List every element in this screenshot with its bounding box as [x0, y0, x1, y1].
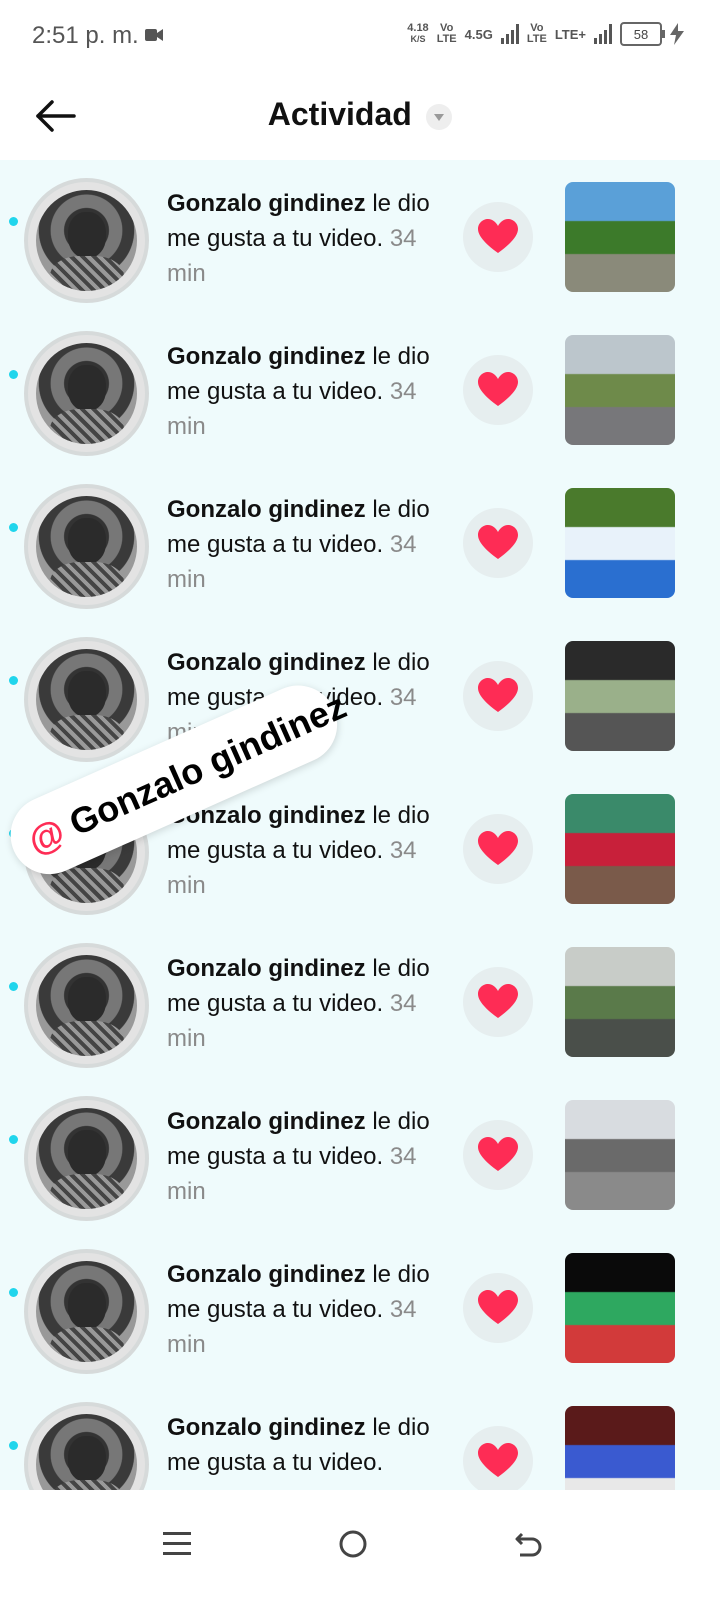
heart-icon	[478, 525, 518, 559]
title-dropdown[interactable]: Actividad	[0, 96, 720, 134]
user-name[interactable]: Gonzalo gindinez	[167, 496, 366, 523]
avatar-photo	[36, 955, 137, 1056]
net-speed: 4.18 K/S	[407, 22, 429, 45]
network-type-2: LTE+	[554, 26, 586, 42]
user-name[interactable]: Gonzalo gindinez	[167, 1108, 366, 1135]
chevron-down-icon[interactable]	[426, 103, 453, 130]
user-name[interactable]: Gonzalo gindinez	[167, 955, 366, 982]
avatar[interactable]	[24, 637, 149, 762]
notification-text[interactable]: Gonzalo gindinez le dio me gusta a tu vi…	[167, 798, 447, 903]
unread-dot	[9, 982, 18, 991]
home-icon	[339, 1530, 367, 1558]
video-thumbnail[interactable]	[565, 182, 675, 292]
at-symbol: @	[21, 810, 71, 862]
back-icon	[515, 1532, 542, 1557]
page-title: Actividad	[267, 96, 412, 132]
video-thumbnail[interactable]	[565, 488, 675, 598]
notification-item[interactable]: Gonzalo gindinez le dio me gusta a tu vi…	[0, 466, 720, 619]
volte-indicator-1: Vo LTE	[436, 22, 457, 45]
unread-dot	[9, 1441, 18, 1450]
menu-icon	[163, 1532, 191, 1555]
user-name[interactable]: Gonzalo gindinez	[167, 649, 366, 676]
notification-text[interactable]: Gonzalo gindinez le dio me gusta a tu vi…	[167, 1257, 447, 1362]
video-thumbnail[interactable]	[565, 1100, 675, 1210]
like-indicator	[463, 355, 533, 425]
video-thumbnail[interactable]	[565, 335, 675, 445]
avatar-photo	[36, 496, 137, 597]
avatar-photo	[36, 190, 137, 291]
avatar[interactable]	[24, 1249, 149, 1374]
header: Actividad	[0, 72, 720, 160]
back-button[interactable]	[499, 1514, 559, 1574]
like-indicator	[463, 202, 533, 272]
notification-text[interactable]: Gonzalo gindinez le dio me gusta a tu vi…	[167, 492, 447, 597]
battery-icon: 58	[620, 22, 665, 46]
notification-item[interactable]: Gonzalo gindinez le dio me gusta a tu vi…	[0, 1078, 720, 1231]
heart-icon	[478, 1290, 518, 1324]
unread-dot	[9, 676, 18, 685]
avatar[interactable]	[24, 484, 149, 609]
avatar-photo	[36, 649, 137, 750]
notification-item[interactable]: Gonzalo gindinez le dio me gusta a tu vi…	[0, 1231, 720, 1384]
notification-item[interactable]: Gonzalo gindinez le dio me gusta a tu vi…	[0, 160, 720, 313]
video-thumbnail[interactable]	[565, 1253, 675, 1363]
like-indicator	[463, 1120, 533, 1190]
avatar-photo	[36, 1108, 137, 1209]
notification-text[interactable]: Gonzalo gindinez le dio me gusta a tu vi…	[167, 951, 447, 1056]
heart-icon	[478, 219, 518, 253]
charging-icon	[670, 23, 684, 45]
avatar-photo	[36, 1261, 137, 1362]
heart-icon	[478, 678, 518, 712]
user-name[interactable]: Gonzalo gindinez	[167, 190, 366, 217]
like-indicator	[463, 508, 533, 578]
unread-dot	[9, 1135, 18, 1144]
status-time: 2:51 p. m.	[32, 22, 139, 49]
status-icons: 4.18 K/S Vo LTE 4.5G Vo LTE LTE+ 58	[407, 22, 684, 46]
avatar[interactable]	[24, 331, 149, 456]
user-name[interactable]: Gonzalo gindinez	[167, 1261, 366, 1288]
video-camera-icon	[145, 29, 163, 41]
notification-text[interactable]: Gonzalo gindinez le dio me gusta a tu vi…	[167, 1104, 447, 1209]
like-indicator	[463, 967, 533, 1037]
user-name[interactable]: Gonzalo gindinez	[167, 343, 366, 370]
notification-text[interactable]: Gonzalo gindinez le dio me gusta a tu vi…	[167, 1410, 447, 1480]
unread-dot	[9, 1288, 18, 1297]
avatar-photo	[36, 343, 137, 444]
like-indicator	[463, 814, 533, 884]
unread-dot	[9, 217, 18, 226]
notification-text[interactable]: Gonzalo gindinez le dio me gusta a tu vi…	[167, 339, 447, 444]
network-type-1: 4.5G	[464, 26, 493, 42]
home-button[interactable]	[323, 1514, 383, 1574]
heart-icon	[478, 372, 518, 406]
unread-dot	[9, 523, 18, 532]
status-bar: 2:51 p. m. 4.18 K/S Vo LTE 4.5G Vo LTE L…	[0, 0, 720, 72]
heart-icon	[478, 984, 518, 1018]
video-thumbnail[interactable]	[565, 794, 675, 904]
notification-text[interactable]: Gonzalo gindinez le dio me gusta a tu vi…	[167, 186, 447, 291]
heart-icon	[478, 831, 518, 865]
user-name[interactable]: Gonzalo gindinez	[167, 1414, 366, 1441]
signal-icon-2	[594, 24, 612, 44]
notification-item[interactable]: Gonzalo gindinez le dio me gusta a tu vi…	[0, 925, 720, 1078]
menu-button[interactable]	[147, 1514, 207, 1574]
notification-item[interactable]: Gonzalo gindinez le dio me gusta a tu vi…	[0, 313, 720, 466]
like-indicator	[463, 1273, 533, 1343]
heart-icon	[478, 1137, 518, 1171]
avatar[interactable]	[24, 1096, 149, 1221]
volte-indicator-2: Vo LTE	[526, 22, 547, 45]
signal-icon-1	[500, 24, 519, 44]
video-thumbnail[interactable]	[565, 641, 675, 751]
like-indicator	[463, 661, 533, 731]
heart-icon	[478, 1443, 518, 1477]
avatar[interactable]	[24, 943, 149, 1068]
notification-item[interactable]: Gonzalo gindinez le dio me gusta a tu vi…	[0, 619, 720, 772]
video-thumbnail[interactable]	[565, 947, 675, 1057]
unread-dot	[9, 370, 18, 379]
avatar[interactable]	[24, 178, 149, 303]
system-nav-bar	[0, 1490, 720, 1600]
like-indicator	[463, 1426, 533, 1496]
